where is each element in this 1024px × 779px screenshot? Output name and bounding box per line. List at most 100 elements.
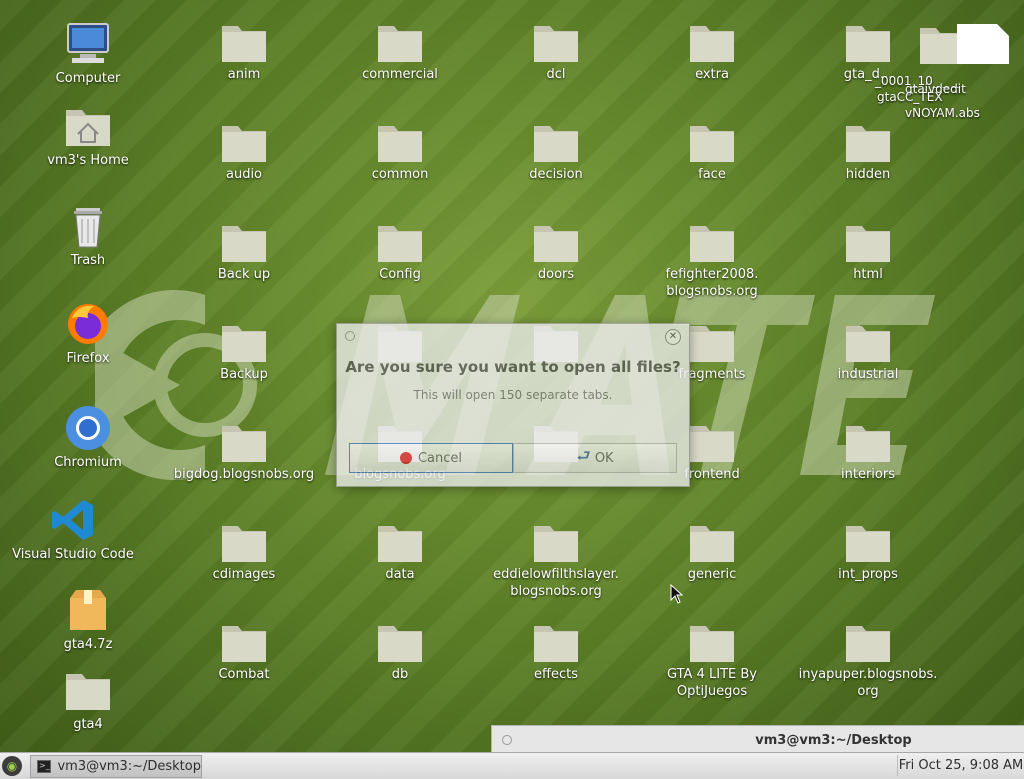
folder-icon: [690, 426, 734, 462]
desktop-folder[interactable]: db: [325, 620, 475, 683]
folder-icon: [378, 226, 422, 262]
desktop-folder[interactable]: cdimages: [169, 520, 319, 583]
show-desktop-button[interactable]: ◉: [2, 756, 22, 776]
desktop-folder[interactable]: bigdog.blogsnobs.org: [169, 420, 319, 483]
desktop-folder[interactable]: eddielowfilthslayer. blogsnobs.org: [481, 520, 631, 600]
desktop-folder[interactable]: hidden: [793, 120, 943, 183]
folder-label: int_props: [838, 567, 898, 582]
folder-icon: [378, 126, 422, 162]
folder-icon: [846, 626, 890, 662]
desktop-folder[interactable]: int_props: [793, 520, 943, 583]
folder-label-line2: org: [857, 684, 879, 699]
desktop-icon-label: Chromium: [54, 455, 122, 470]
folder-label: Combat: [218, 667, 270, 682]
desktop-icon-home[interactable]: vm3's Home: [13, 102, 163, 169]
folder-label: html: [853, 267, 883, 282]
ok-button[interactable]: ⮐ OK: [513, 443, 677, 473]
desktop-folder[interactable]: Combat: [169, 620, 319, 683]
folder-icon: [846, 326, 890, 362]
folder-label: dcl: [546, 67, 566, 82]
folder-icon: [846, 426, 890, 462]
folder-label: effects: [534, 667, 578, 682]
desktop-folder[interactable]: inyapuper.blogsnobs. org: [793, 620, 943, 700]
folder-label-line2: OptiJuegos: [676, 684, 748, 699]
folder-icon: [222, 126, 266, 162]
trash-icon: [74, 208, 102, 248]
desktop-icon-vscode[interactable]: Visual Studio Code: [0, 496, 148, 563]
cancel-button-label: Cancel: [417, 450, 463, 466]
terminal-window-titlebar[interactable]: vm3@vm3:~/Desktop: [491, 725, 1024, 754]
desktop-folder[interactable]: fefighter2008. blogsnobs.org: [637, 220, 787, 300]
desktop-folder[interactable]: GTA 4 LITE By OptiJuegos: [637, 620, 787, 700]
desktop-area[interactable]: Computer vm3's Home Trash Firefox Chromium Vi…: [0, 0, 1024, 754]
folder-icon: [534, 26, 578, 62]
desktop-icon-firefox[interactable]: Firefox: [13, 300, 163, 367]
taskbar-item-terminal[interactable]: >_ vm3@vm3:~/Desktop: [30, 755, 202, 778]
dialog-close-button[interactable]: ✕: [665, 329, 681, 345]
folder-label: common: [371, 167, 429, 182]
bottom-panel: ◉ >_ vm3@vm3:~/Desktop Fri Oct 25, 9:08 …: [0, 752, 1024, 779]
folder-label: Backup: [220, 367, 268, 382]
desktop-icon-label: vm3's Home: [47, 153, 129, 168]
desktop-folder[interactable]: interiors: [793, 420, 943, 483]
clock[interactable]: Fri Oct 25, 9:08 AM: [897, 755, 1024, 776]
desktop-folder[interactable]: decision: [481, 120, 631, 183]
overlapping-icons-cluster[interactable]: _0001_10_ _ _ gtaivdedit gtaCC_TEX vNOYA…: [845, 22, 1015, 122]
folder-label: doors: [537, 267, 575, 282]
desktop-folder[interactable]: anim: [169, 20, 319, 83]
desktop-icon-chromium[interactable]: Chromium: [13, 404, 163, 471]
desktop-folder[interactable]: industrial: [793, 320, 943, 383]
folder-label: extra: [695, 67, 729, 82]
folder-icon: [378, 626, 422, 662]
folder-label: decision: [529, 167, 583, 182]
desktop-folder[interactable]: audio: [169, 120, 319, 183]
desktop-folder[interactable]: Back up: [169, 220, 319, 283]
terminal-icon: >_: [37, 760, 52, 773]
folder-icon: [222, 26, 266, 62]
desktop-folder[interactable]: doors: [481, 220, 631, 283]
folder-label: Back up: [217, 267, 271, 282]
folder-label: Config: [379, 267, 421, 282]
desktop-icon-label: gta4: [73, 717, 103, 732]
folder-label: commercial: [362, 67, 438, 82]
folder-label-line2: blogsnobs.org: [510, 584, 602, 599]
desktop-icon-folder[interactable]: gta4: [13, 666, 163, 733]
desktop-folder[interactable]: html: [793, 220, 943, 283]
desktop-folder[interactable]: data: [325, 520, 475, 583]
desktop-folder[interactable]: effects: [481, 620, 631, 683]
desktop-folder[interactable]: Backup: [169, 320, 319, 383]
desktop-folder[interactable]: common: [325, 120, 475, 183]
desktop-folder[interactable]: face: [637, 120, 787, 183]
mouse-pointer-icon: [670, 584, 684, 604]
cancel-button[interactable]: Cancel: [349, 443, 513, 473]
desktop-icon-label: Trash: [70, 253, 106, 268]
folder-icon: [846, 126, 890, 162]
folder-icon: [222, 426, 266, 462]
folder-icon: [534, 126, 578, 162]
folder-icon: [222, 226, 266, 262]
folder-label: generic: [687, 567, 737, 582]
desktop-icon-trash[interactable]: Trash: [13, 202, 163, 269]
folder-icon: [690, 226, 734, 262]
folder-label: face: [698, 167, 726, 182]
desktop-folder[interactable]: generic: [637, 520, 787, 583]
desktop-folder[interactable]: Config: [325, 220, 475, 283]
desktop-folder[interactable]: dcl: [481, 20, 631, 83]
desktop-folder[interactable]: commercial: [325, 20, 475, 83]
desktop-folder[interactable]: extra: [637, 20, 787, 83]
folder-icon: [222, 326, 266, 362]
folder-label: db: [391, 667, 409, 682]
folder-label: fefighter2008.: [665, 267, 759, 282]
folder-icon: [378, 526, 422, 562]
window-pin-icon: [345, 331, 355, 341]
desktop-icon-computer[interactable]: Computer: [13, 20, 163, 87]
terminal-window-title: vm3@vm3:~/Desktop: [755, 733, 912, 748]
folder-icon: [66, 674, 110, 710]
firefox-icon: [68, 304, 108, 344]
dialog-titlebar[interactable]: ✕: [337, 324, 689, 348]
desktop-icon-archive[interactable]: gta4.7z: [13, 586, 163, 653]
overlap-label-4: vNOYAM.abs: [905, 106, 980, 120]
folder-label: GTA 4 LITE By: [667, 667, 757, 682]
folder-label: hidden: [845, 167, 891, 182]
folder-icon: [222, 526, 266, 562]
